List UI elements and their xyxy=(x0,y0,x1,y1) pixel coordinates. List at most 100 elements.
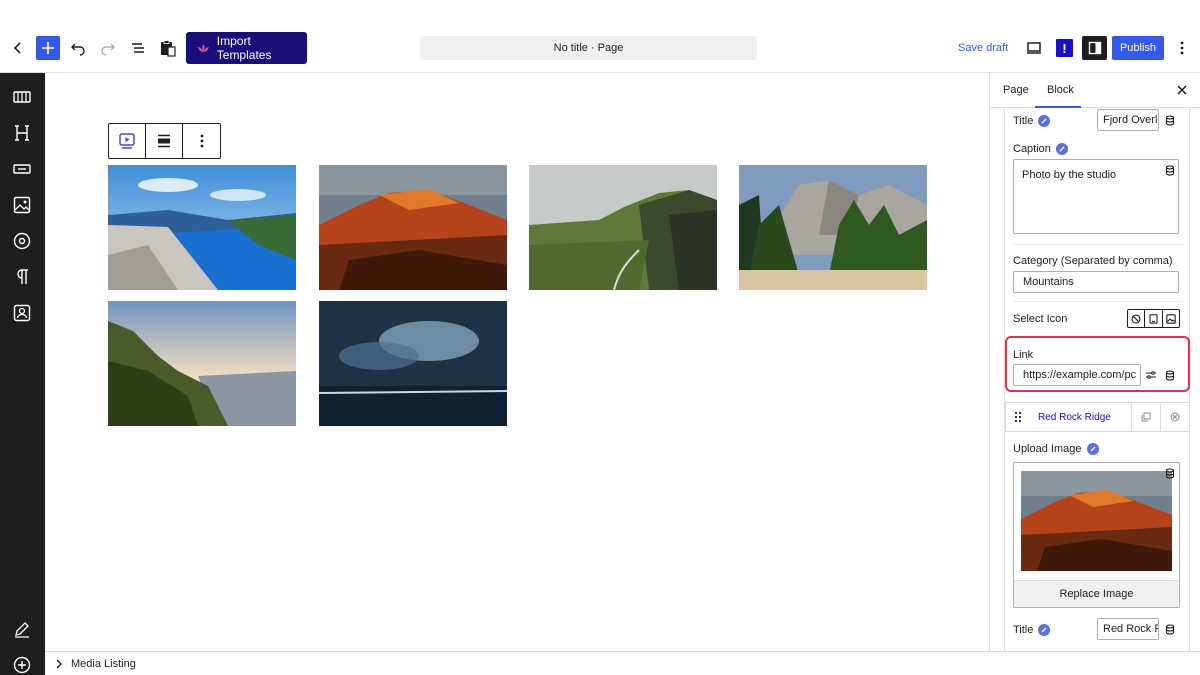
document-overview-button[interactable] xyxy=(122,32,154,64)
import-templates-label: Import Templates xyxy=(216,34,272,62)
more-vertical-icon xyxy=(1180,41,1184,55)
import-templates-button[interactable]: Import Templates xyxy=(186,32,307,64)
preview-button[interactable] xyxy=(1018,32,1050,64)
uploaded-image-preview xyxy=(1021,471,1172,571)
undo-button[interactable] xyxy=(62,32,94,64)
sidebar-item-paragraph[interactable] xyxy=(10,265,34,289)
item2-title-dynamic-source-button[interactable] xyxy=(1160,619,1180,639)
image-icon xyxy=(13,196,31,214)
title-input-value: Fjord Overlc xyxy=(1103,114,1159,126)
link-settings-button[interactable] xyxy=(1141,365,1161,385)
align-button[interactable] xyxy=(146,124,183,158)
link-input-value: https://example.com/pc xyxy=(1023,369,1137,381)
green-cliffs-photo xyxy=(529,165,717,290)
alert-mark: ! xyxy=(1062,40,1067,56)
item2-title-field-label: Title xyxy=(1013,624,1051,636)
breadcrumb-item-media-listing[interactable]: Media Listing xyxy=(71,658,136,670)
title-label-text: Title xyxy=(1013,115,1034,127)
sidebar-item-image[interactable] xyxy=(10,193,34,217)
sidebar-item-heading[interactable] xyxy=(10,121,34,145)
category-field-label: Category (Separated by comma) xyxy=(1013,255,1173,267)
options-button[interactable] xyxy=(1166,32,1198,64)
icon-type-toggle-group xyxy=(1127,309,1180,328)
caption-textarea[interactable]: Photo by the studio xyxy=(1013,159,1179,234)
plugin-alert-button[interactable]: ! xyxy=(1056,39,1073,57)
database-icon xyxy=(1165,369,1175,381)
drag-handle-icon xyxy=(1014,411,1022,423)
title-field-label: Title xyxy=(1013,115,1051,127)
remove-item-button[interactable] xyxy=(1160,403,1189,431)
gallery-image-fjord-overlook[interactable] xyxy=(108,165,296,290)
desktop-icon xyxy=(1027,42,1041,54)
editor-canvas xyxy=(45,73,989,651)
document-title-text: No title · Page xyxy=(553,42,624,54)
replace-image-button[interactable]: Replace Image xyxy=(1014,580,1179,607)
coast-photo xyxy=(108,301,296,426)
dynamic-content-icon[interactable] xyxy=(1038,115,1051,127)
icon-type-icon-button[interactable] xyxy=(1145,310,1163,327)
gallery-image-coastal-sunset[interactable] xyxy=(108,301,296,426)
red-rock-photo xyxy=(319,165,507,290)
slider-icon xyxy=(13,91,31,103)
editor-header: Import Templates No title · Page Save dr… xyxy=(0,0,1200,73)
sidebar-item-profile[interactable] xyxy=(10,301,34,325)
settings-tabs: Page Block xyxy=(990,73,1200,108)
redo-button[interactable] xyxy=(92,32,124,64)
left-sidebar xyxy=(0,73,45,675)
close-icon xyxy=(1177,85,1187,95)
publish-button[interactable]: Publish xyxy=(1112,36,1164,60)
block-type-button[interactable] xyxy=(109,124,146,158)
database-icon xyxy=(1165,164,1175,176)
caption-dynamic-source-button[interactable] xyxy=(1160,160,1180,180)
upload-image-dropzone[interactable]: Replace Image xyxy=(1013,462,1180,608)
link-settings-icon xyxy=(1146,371,1156,379)
divider xyxy=(1013,301,1183,302)
sidebar-item-button[interactable] xyxy=(10,157,34,181)
dynamic-content-icon[interactable] xyxy=(1038,624,1051,636)
block-options-button[interactable] xyxy=(183,124,220,158)
clipboard-button[interactable] xyxy=(152,32,184,64)
item2-title-input[interactable]: Red Rock Ri xyxy=(1097,618,1159,640)
save-draft-button[interactable]: Save draft xyxy=(958,42,1008,54)
sidebar-item-video[interactable] xyxy=(10,229,34,253)
media-item-title-toggle[interactable]: Red Rock Ridge xyxy=(1030,412,1131,423)
category-input[interactable]: Mountains xyxy=(1013,271,1179,293)
document-title-bar[interactable]: No title · Page xyxy=(420,36,757,60)
add-block-button[interactable] xyxy=(36,36,60,60)
copy-icon xyxy=(1141,412,1151,422)
block-settings-content: Title Fjord Overlc Caption Photo by the … xyxy=(1004,108,1190,651)
database-icon xyxy=(1165,114,1175,126)
tab-page[interactable]: Page xyxy=(1003,84,1029,96)
lotus-icon xyxy=(197,43,209,52)
plus-circle-icon xyxy=(13,656,31,674)
divider xyxy=(1013,244,1183,245)
icon-type-image-button[interactable] xyxy=(1163,310,1179,327)
title-dynamic-source-button[interactable] xyxy=(1160,110,1180,130)
fjord-photo xyxy=(108,165,296,290)
settings-toggle-button[interactable] xyxy=(1082,36,1107,60)
gallery-image-forest-valley[interactable] xyxy=(739,165,927,290)
link-dynamic-source-button[interactable] xyxy=(1160,365,1180,385)
back-button[interactable] xyxy=(2,32,34,64)
tab-block[interactable]: Block xyxy=(1047,84,1074,96)
sidebar-panel-icon xyxy=(1088,41,1101,55)
close-sidebar-button[interactable] xyxy=(1176,84,1188,96)
chevron-left-icon xyxy=(13,42,21,54)
dynamic-content-icon[interactable] xyxy=(1086,443,1099,455)
link-input[interactable]: https://example.com/pc xyxy=(1013,364,1141,386)
gallery-image-storm-sea[interactable] xyxy=(319,301,507,426)
duplicate-item-button[interactable] xyxy=(1131,403,1160,431)
sidebar-item-add[interactable] xyxy=(10,653,34,675)
title-input[interactable]: Fjord Overlc xyxy=(1097,109,1159,131)
image-dynamic-source-button[interactable] xyxy=(1160,463,1180,483)
icon-type-none-button[interactable] xyxy=(1128,310,1146,327)
sidebar-item-slider[interactable] xyxy=(10,85,34,109)
sidebar-item-edit[interactable] xyxy=(10,617,34,641)
settings-sidebar: Page Block Title Fjord Overlc Caption Ph… xyxy=(989,73,1200,651)
gallery-image-red-rock-ridge[interactable] xyxy=(319,165,507,290)
plus-icon xyxy=(42,42,54,54)
gallery-image-green-cliffs[interactable] xyxy=(529,165,717,290)
breadcrumb: Media Listing xyxy=(45,651,1200,675)
dynamic-content-icon[interactable] xyxy=(1055,143,1068,155)
drag-handle[interactable] xyxy=(1006,403,1030,431)
